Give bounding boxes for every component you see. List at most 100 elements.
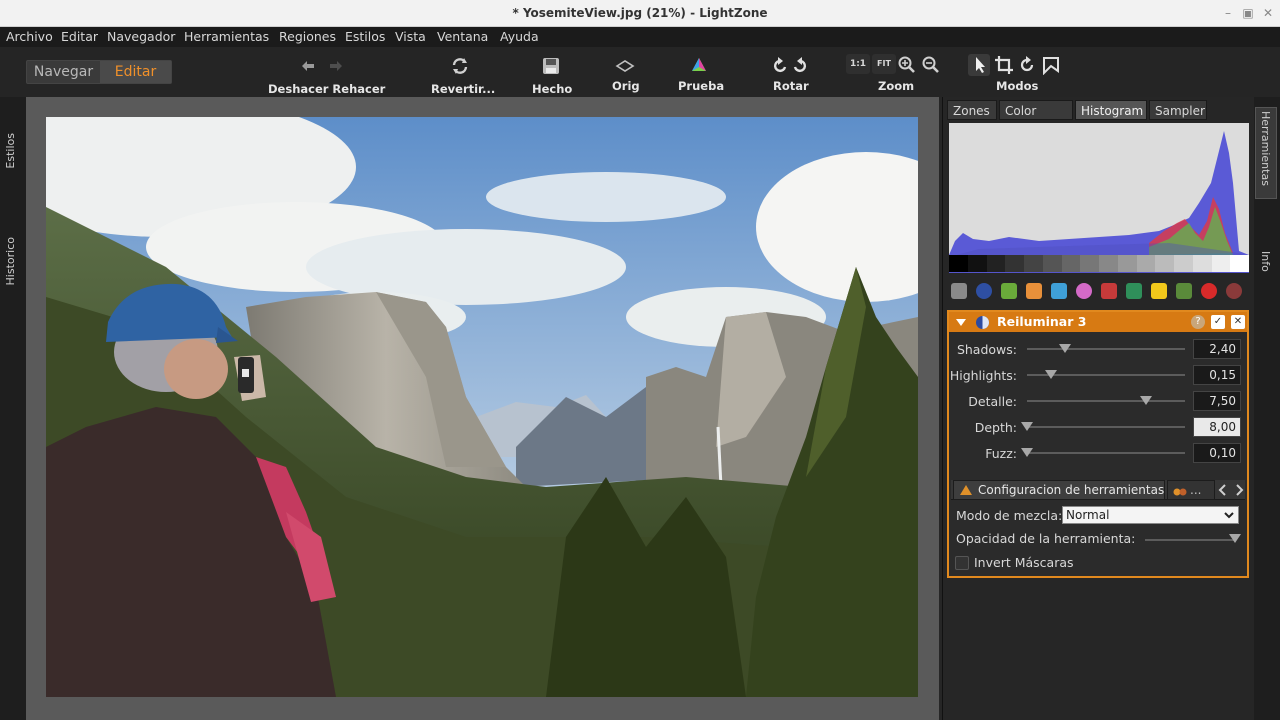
slider-track[interactable] (1027, 396, 1185, 405)
zone-mapper-icon[interactable] (951, 283, 967, 299)
menu-navegador[interactable]: Navegador (107, 29, 175, 44)
zoom-1to1-button[interactable]: 1:1 (846, 54, 870, 74)
mode-navegar-button[interactable]: Navegar (27, 61, 100, 83)
blur-icon[interactable] (1026, 283, 1042, 299)
slider-knob[interactable] (1021, 448, 1033, 457)
slider-shadows: Shadows: 2,40 (949, 338, 1247, 360)
chevron-left-icon[interactable] (1217, 483, 1229, 497)
menu-herramientas[interactable]: Herramientas (184, 29, 269, 44)
crop-icon[interactable] (994, 55, 1014, 75)
zoom-out-icon[interactable] (921, 55, 941, 75)
undo-redo-label: Deshacer Rehacer (268, 82, 386, 96)
menu-estilos[interactable]: Estilos (345, 29, 385, 44)
mode-switch: Navegar Editar (26, 60, 172, 84)
title-bar: * YosemiteView.jpg (21%) - LightZone – ▣… (0, 0, 1280, 27)
channel-mixer-icon[interactable] (1126, 283, 1142, 299)
zoom-fit-button[interactable]: FIT (872, 54, 896, 74)
pointer-icon[interactable] (970, 55, 990, 75)
undo-redo-group: Deshacer Rehacer (268, 47, 385, 97)
chevron-right-icon[interactable] (1233, 483, 1245, 497)
slider-highlights: Highlights: 0,15 (949, 364, 1247, 386)
slider-label: Fuzz: (985, 446, 1017, 461)
more-tools-icon[interactable] (1226, 283, 1242, 299)
slider-knob[interactable] (1044, 370, 1057, 379)
opacity-slider-knob[interactable] (1229, 534, 1241, 543)
revert-group[interactable]: Revertir... (431, 47, 495, 97)
slider-knob[interactable] (1021, 422, 1033, 431)
slider-value-field[interactable]: 7,50 (1193, 391, 1241, 411)
color-balance-icon[interactable] (1051, 283, 1067, 299)
tab-info[interactable]: Info (1259, 251, 1272, 272)
relight-tool-panel: Reiluminar 3 ? ✓ ✕ Shadows: 2,40 Highlig… (947, 310, 1249, 578)
rotate-left-icon[interactable] (770, 56, 790, 76)
redo-icon[interactable] (326, 56, 346, 76)
slider-detalle: Detalle: 7,50 (949, 390, 1247, 412)
slider-track[interactable] (1021, 422, 1185, 431)
rotate-tool-icon[interactable] (1017, 55, 1037, 75)
mode-editar-button[interactable]: Editar (100, 61, 171, 83)
undo-icon[interactable] (298, 56, 318, 76)
slider-value-field[interactable]: 2,40 (1193, 339, 1241, 359)
slider-knob[interactable] (1139, 396, 1152, 405)
sharpen-icon[interactable] (1001, 283, 1017, 299)
tab-more[interactable]: ... (1167, 480, 1215, 500)
rotate-label: Rotar (773, 79, 809, 93)
orig-group[interactable]: Orig (612, 47, 642, 97)
tab-tool-settings-label: Configuracion de herramientas (978, 483, 1165, 497)
menu-vista[interactable]: Vista (395, 29, 426, 44)
rotate-group: Rotar (770, 47, 812, 97)
menu-ayuda[interactable]: Ayuda (500, 29, 539, 44)
toolbar: Navegar Editar Deshacer Rehacer Revertir… (0, 47, 1280, 97)
menu-regiones[interactable]: Regiones (279, 29, 336, 44)
blend-mode-select[interactable]: Normal (1062, 506, 1239, 524)
menu-editar[interactable]: Editar (61, 29, 98, 44)
tab-estilos[interactable]: Estilos (4, 133, 17, 169)
zoom-in-icon[interactable] (897, 55, 917, 75)
slider-label: Shadows: (956, 342, 1017, 357)
tab-color-mask[interactable]: Color Mask (999, 100, 1073, 138)
tab-tool-settings[interactable]: Configuracion de herramientas (953, 480, 1165, 500)
clone-icon[interactable] (1151, 283, 1167, 299)
slider-value-field[interactable]: 0,15 (1193, 365, 1241, 385)
tab-zones[interactable]: Zones (947, 100, 997, 120)
opacity-slider[interactable] (1145, 534, 1241, 543)
close-icon[interactable]: ✕ (1260, 6, 1276, 20)
zoom-label: Zoom (878, 79, 915, 93)
help-icon[interactable]: ? (1191, 315, 1205, 329)
tab-historico[interactable]: Historico (4, 237, 17, 285)
done-group[interactable]: Hecho (532, 47, 572, 97)
tools-panel: Zones Color Mask Histogram Sampler (942, 97, 1254, 720)
minimize-icon[interactable]: – (1220, 6, 1236, 20)
orig-label: Orig (612, 79, 640, 93)
maximize-icon[interactable]: ▣ (1240, 6, 1256, 20)
rotate-right-icon[interactable] (790, 56, 810, 76)
collapse-arrow-icon[interactable] (955, 316, 967, 328)
slider-track[interactable] (1021, 448, 1185, 457)
slider-fuzz: Fuzz: 0,10 (949, 442, 1247, 464)
image-canvas[interactable] (26, 97, 939, 720)
slider-value-field[interactable]: 0,10 (1193, 443, 1241, 463)
tab-herramientas[interactable]: Herramientas (1259, 111, 1272, 186)
slider-value-field[interactable]: 8,00 (1193, 417, 1241, 437)
slider-track[interactable] (1027, 370, 1185, 379)
region-icon[interactable] (1041, 55, 1061, 75)
enable-checkbox-icon[interactable]: ✓ (1211, 315, 1225, 329)
temperature-icon[interactable] (1101, 283, 1117, 299)
menu-archivo[interactable]: Archivo (6, 29, 53, 44)
hue-saturation-icon[interactable] (1076, 283, 1092, 299)
menu-ventana[interactable]: Ventana (437, 29, 488, 44)
slider-track[interactable] (1027, 344, 1185, 353)
tool-title: Reiluminar 3 (997, 314, 1087, 329)
proof-group[interactable]: Prueba (678, 47, 724, 97)
close-tool-icon[interactable]: ✕ (1231, 315, 1245, 329)
right-rail: Herramientas Info (1254, 97, 1280, 720)
relight-icon[interactable] (976, 283, 992, 299)
tab-sampler[interactable]: Sampler (1149, 100, 1207, 120)
tab-histogram[interactable]: Histogram (1075, 100, 1147, 120)
invert-masks-label: Invert Máscaras (974, 555, 1074, 570)
noise-icon[interactable] (1176, 283, 1192, 299)
slider-knob[interactable] (1058, 344, 1071, 353)
modes-group: Modos (968, 47, 1064, 97)
red-eye-icon[interactable] (1201, 283, 1217, 299)
invert-masks-checkbox[interactable] (955, 556, 969, 570)
